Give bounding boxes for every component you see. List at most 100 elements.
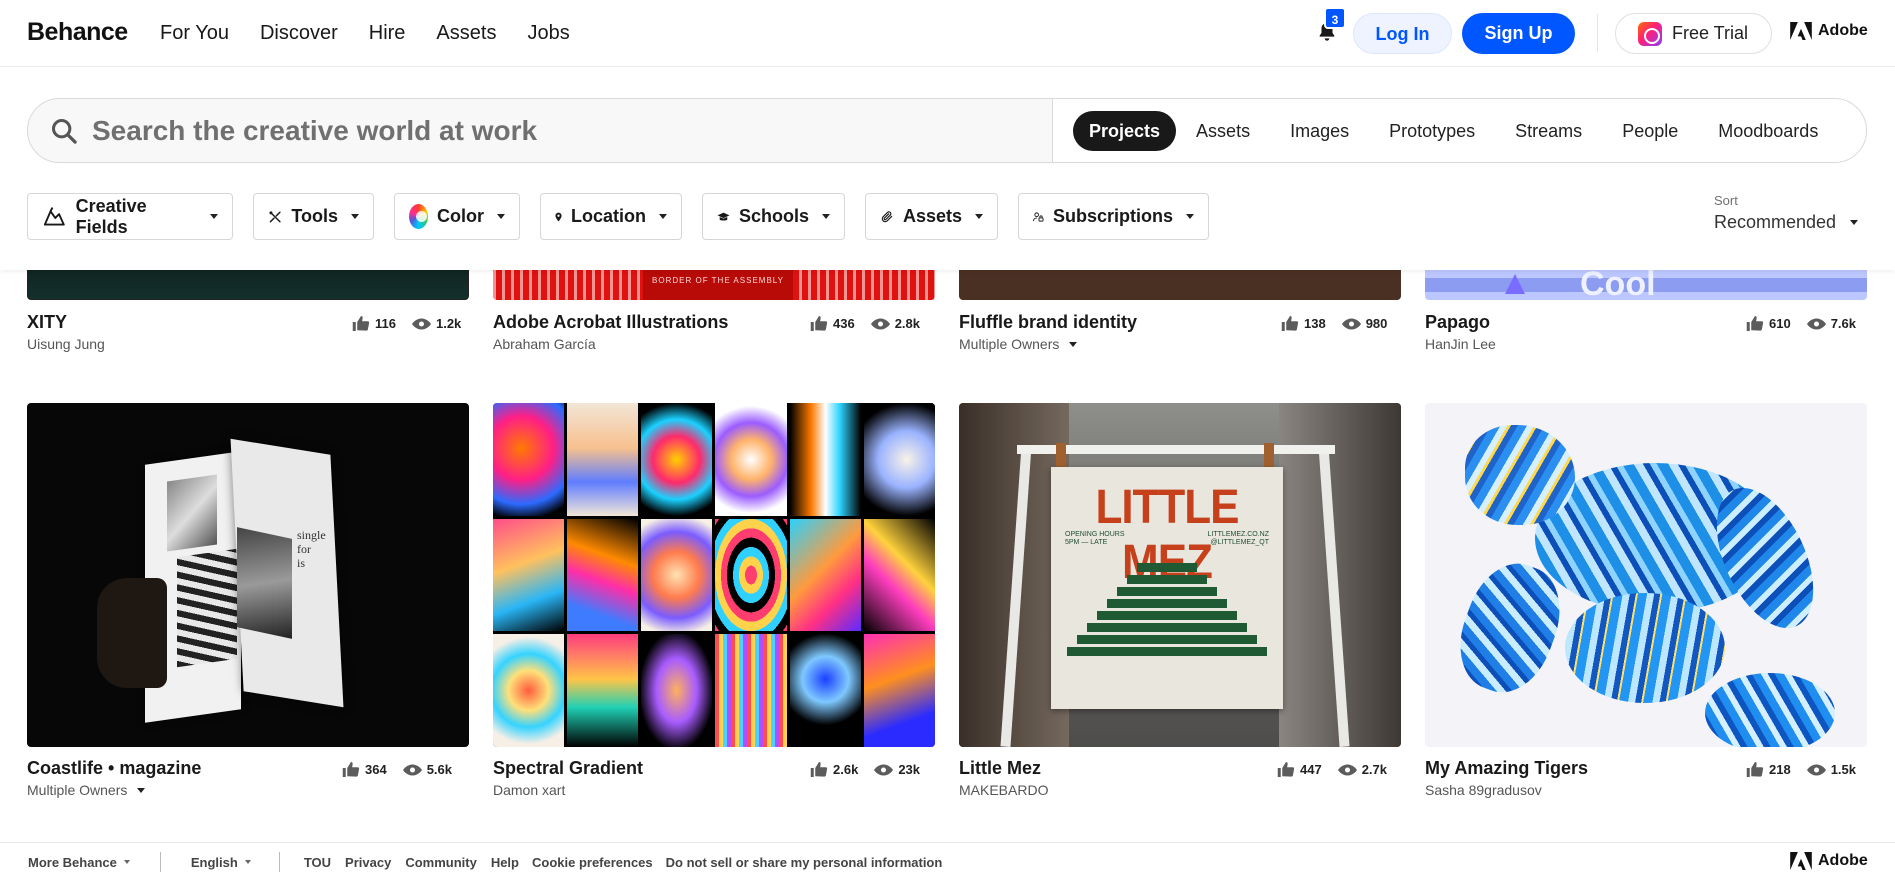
likes-count: 138: [1304, 316, 1326, 331]
nav-assets[interactable]: Assets: [436, 22, 496, 45]
project-title[interactable]: XITY: [27, 312, 67, 333]
thumbnail-caption: OPENING HOURS 5PM — LATE: [1065, 531, 1125, 546]
project-title[interactable]: Papago: [1425, 312, 1490, 333]
project-title[interactable]: Adobe Acrobat Illustrations: [493, 312, 728, 333]
project-stats: 218 1.5k: [1746, 761, 1856, 778]
footer-link-community[interactable]: Community: [405, 855, 477, 870]
project-thumbnail-little-mez[interactable]: LITTLE MEZ OPENING HOURS 5PM — LATE LITT…: [959, 403, 1401, 747]
free-trial-button[interactable]: Free Trial: [1615, 13, 1772, 54]
nav-discover[interactable]: Discover: [260, 22, 338, 45]
project-owner[interactable]: HanJin Lee: [1425, 336, 1496, 352]
primary-nav: For You Discover Hire Assets Jobs: [160, 22, 570, 45]
nav-jobs[interactable]: Jobs: [527, 22, 569, 45]
nav-hire[interactable]: Hire: [369, 22, 406, 45]
creative-cloud-icon: [1638, 21, 1662, 46]
chevron-down-icon: [822, 214, 830, 219]
filter-tools[interactable]: Tools: [253, 193, 374, 240]
project-stats: 138 980: [1281, 315, 1387, 332]
thumbnail-caption: single for is: [297, 528, 326, 570]
project-title[interactable]: Spectral Gradient: [493, 758, 643, 779]
color-wheel-icon: [409, 204, 428, 229]
owner-label: Multiple Owners: [27, 782, 128, 798]
tab-projects[interactable]: Projects: [1073, 110, 1177, 151]
filter-label: Color: [437, 206, 484, 226]
chevron-down-icon: [659, 214, 667, 219]
footer-link-privacy[interactable]: Privacy: [345, 855, 391, 870]
adobe-link[interactable]: Adobe: [1790, 22, 1868, 40]
filter-label: Creative Fields: [75, 195, 147, 237]
project-stats: 364 5.6k: [342, 761, 452, 778]
user-lock-icon: [1033, 211, 1044, 222]
project-thumbnail-coastlife[interactable]: single for is: [27, 403, 469, 747]
project-owner[interactable]: Uisung Jung: [27, 336, 105, 352]
tab-images[interactable]: Images: [1270, 111, 1369, 151]
likes-count: 116: [375, 316, 396, 331]
chevron-down-icon: [351, 214, 359, 219]
thumbnail-caption: LITTLEMEZ.CO.NZ @LITTLEMEZ_QT: [1207, 531, 1269, 546]
views-count: 23k: [898, 762, 921, 777]
project-stats: 2.6k 23k: [810, 761, 920, 778]
eye-icon: [402, 763, 422, 776]
project-owner[interactable]: Damon xart: [493, 782, 565, 798]
footer-link-cookie-preferences[interactable]: Cookie preferences: [532, 855, 653, 870]
likes-stat: 364: [342, 761, 387, 778]
footer-divider: [159, 852, 161, 872]
tab-streams[interactable]: Streams: [1495, 111, 1602, 151]
nav-for-you[interactable]: For You: [160, 22, 229, 45]
behance-logo[interactable]: Behance: [27, 18, 128, 47]
filter-color[interactable]: Color: [394, 193, 520, 240]
views-stat: 1.2k: [411, 316, 461, 331]
filter-location[interactable]: Location: [540, 193, 682, 240]
thumbs-up-icon: [342, 762, 360, 777]
tab-assets[interactable]: Assets: [1176, 111, 1270, 151]
likes-count: 364: [365, 762, 387, 777]
search-field-wrapper: [28, 99, 1052, 162]
project-stats: 436 2.8k: [810, 315, 920, 332]
chevron-down-icon: [123, 860, 130, 864]
project-thumbnail-spectral[interactable]: [493, 403, 935, 747]
adobe-footer-link[interactable]: Adobe: [1790, 852, 1868, 870]
likes-stat: 447: [1277, 761, 1322, 778]
project-title[interactable]: Little Mez: [959, 758, 1041, 779]
project-owner[interactable]: Sasha 89gradusov: [1425, 782, 1542, 798]
project-owner[interactable]: Abraham García: [493, 336, 596, 352]
eye-icon: [1806, 317, 1826, 330]
search-type-tabs: Projects Assets Images Prototypes Stream…: [1052, 99, 1866, 162]
filter-subscriptions[interactable]: Subscriptions: [1018, 193, 1209, 240]
eye-icon: [411, 317, 431, 330]
views-stat: 5.6k: [402, 762, 453, 777]
filter-assets[interactable]: Assets: [865, 193, 998, 240]
project-title[interactable]: Coastlife • magazine: [27, 758, 201, 779]
footer-link-do-not-sell[interactable]: Do not sell or share my personal informa…: [666, 855, 943, 870]
chevron-down-icon: [210, 214, 218, 219]
search-input[interactable]: [92, 114, 992, 147]
project-owner-multiple[interactable]: Multiple Owners: [27, 782, 146, 798]
tab-prototypes[interactable]: Prototypes: [1369, 111, 1495, 151]
project-title[interactable]: My Amazing Tigers: [1425, 758, 1588, 779]
views-stat: 1.5k: [1806, 762, 1856, 777]
footer-link-tou[interactable]: TOU: [304, 855, 331, 870]
likes-stat: 610: [1746, 315, 1791, 332]
views-count: 5.6k: [426, 762, 453, 777]
views-count: 2.8k: [894, 316, 921, 331]
project-thumbnail-tigers[interactable]: [1425, 403, 1867, 747]
chevron-down-icon: [497, 214, 505, 219]
eye-icon: [1337, 763, 1357, 776]
login-button[interactable]: Log In: [1353, 13, 1452, 54]
tab-people[interactable]: People: [1602, 111, 1698, 151]
more-behance-menu[interactable]: More Behance: [28, 855, 130, 870]
filter-schools[interactable]: Schools: [702, 193, 845, 240]
signup-button[interactable]: Sign Up: [1462, 13, 1575, 54]
tools-icon: [269, 210, 281, 222]
filter-creative-fields[interactable]: Creative Fields: [27, 193, 233, 240]
project-owner-multiple[interactable]: Multiple Owners: [959, 336, 1078, 352]
tab-moodboards[interactable]: Moodboards: [1698, 111, 1838, 151]
project-title[interactable]: Fluffle brand identity: [959, 312, 1137, 333]
sort-dropdown[interactable]: Sort Recommended: [1714, 193, 1859, 233]
likes-stat: 138: [1281, 315, 1326, 332]
footer-link-help[interactable]: Help: [491, 855, 519, 870]
thumbs-up-icon: [1277, 762, 1295, 777]
project-owner[interactable]: MAKEBARDO: [959, 782, 1048, 798]
language-selector[interactable]: English: [191, 855, 251, 870]
graduation-cap-icon: [717, 212, 730, 221]
